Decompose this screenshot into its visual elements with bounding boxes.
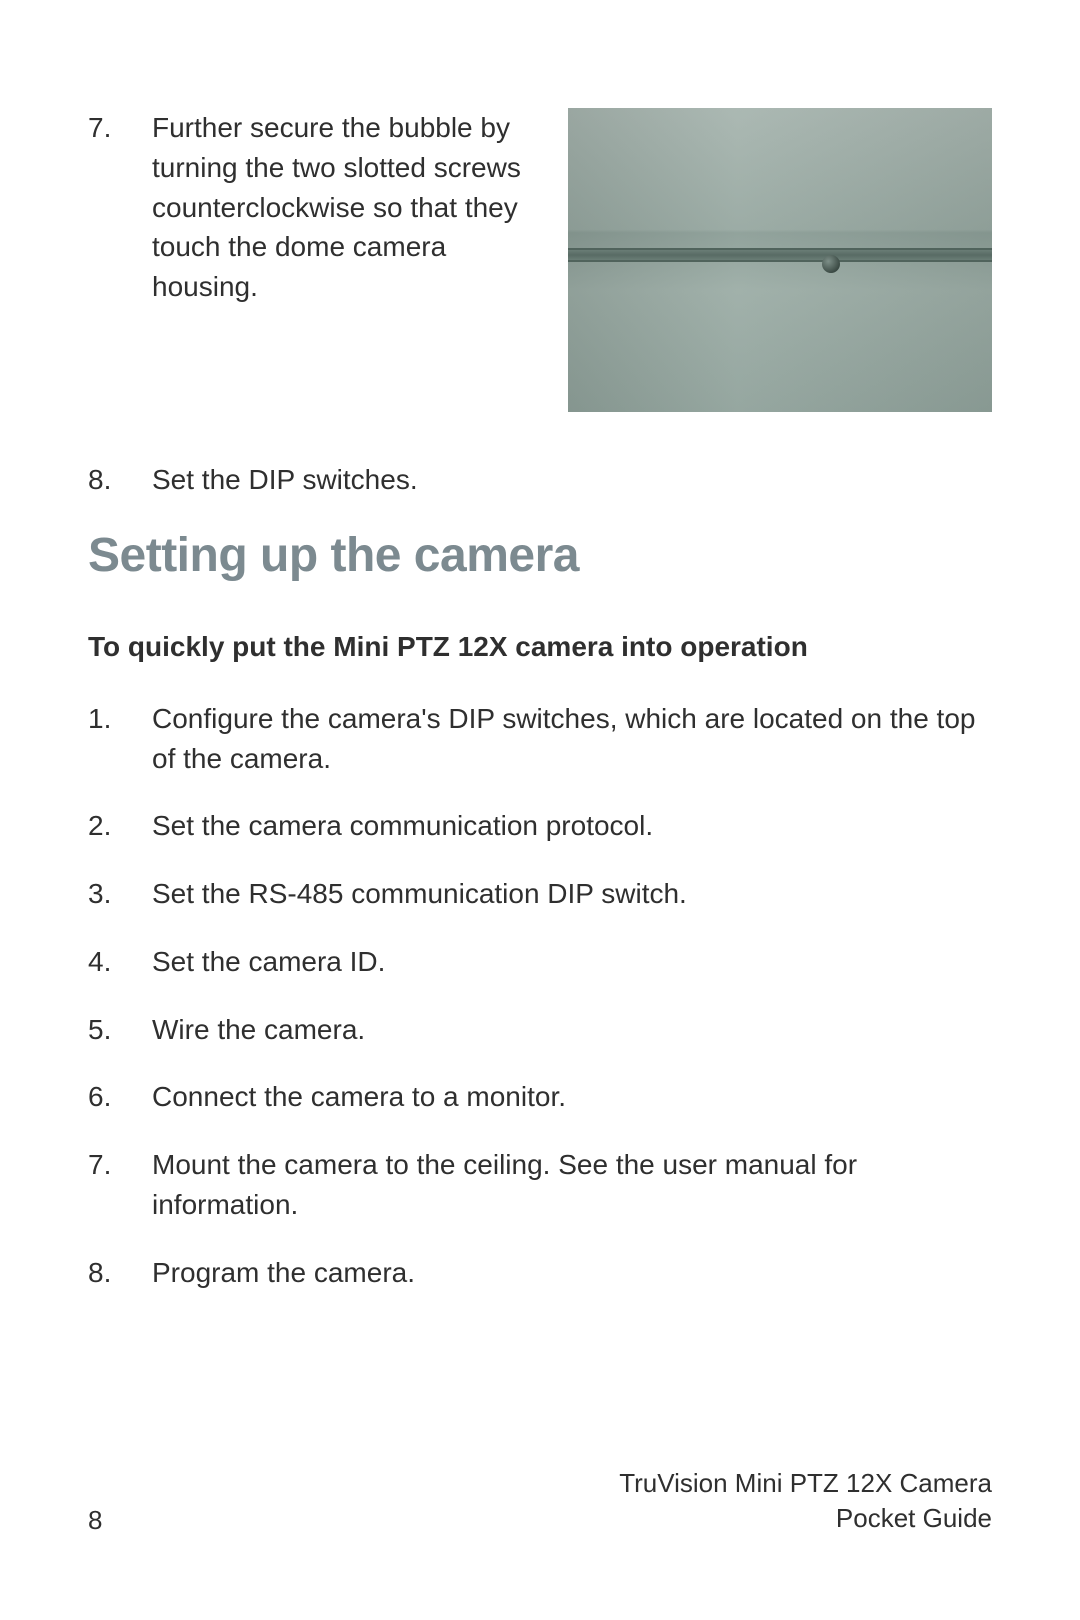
list-number: 6. <box>88 1077 140 1117</box>
list-number: 8. <box>88 460 140 500</box>
section-heading: Setting up the camera <box>88 528 992 583</box>
list-text: Set the RS-485 communication DIP switch. <box>152 874 992 914</box>
list-number: 2. <box>88 806 140 846</box>
list-text: Connect the camera to a monitor. <box>152 1077 992 1117</box>
list-item: 1. Configure the camera's DIP switches, … <box>88 699 992 779</box>
list-number: 8. <box>88 1253 140 1293</box>
list-item: 4. Set the camera ID. <box>88 942 992 982</box>
list-item: 3. Set the RS-485 communication DIP swit… <box>88 874 992 914</box>
list-text: Mount the camera to the ceiling. See the… <box>152 1145 992 1225</box>
camera-housing-illustration <box>568 108 992 412</box>
page-number: 8 <box>88 1505 102 1536</box>
list-item: 7. Further secure the bubble by turning … <box>88 108 544 307</box>
list-number: 7. <box>88 108 140 307</box>
list-number: 7. <box>88 1145 140 1225</box>
list-item: 5. Wire the camera. <box>88 1010 992 1050</box>
list-item: 8. Set the DIP switches. <box>88 460 992 500</box>
list-text: Wire the camera. <box>152 1010 992 1050</box>
list-number: 4. <box>88 942 140 982</box>
list-text: Set the camera ID. <box>152 942 992 982</box>
list-text: Configure the camera's DIP switches, whi… <box>152 699 992 779</box>
subheading: To quickly put the Mini PTZ 12X camera i… <box>88 631 992 663</box>
step-7-row: 7. Further secure the bubble by turning … <box>88 108 992 412</box>
list-item: 8. Program the camera. <box>88 1253 992 1293</box>
document-page: 7. Further secure the bubble by turning … <box>0 0 1080 1620</box>
list-item: 7. Mount the camera to the ceiling. See … <box>88 1145 992 1225</box>
list-text: Further secure the bubble by turning the… <box>152 108 544 307</box>
camera-housing-figure <box>568 108 992 412</box>
page-footer: 8 TruVision Mini PTZ 12X Camera Pocket G… <box>88 1466 992 1536</box>
list-text: Set the camera communication protocol. <box>152 806 992 846</box>
list-number: 1. <box>88 699 140 779</box>
list-item: 2. Set the camera communication protocol… <box>88 806 992 846</box>
document-title-line2: Pocket Guide <box>619 1501 992 1536</box>
list-number: 5. <box>88 1010 140 1050</box>
setup-steps-list: 1. Configure the camera's DIP switches, … <box>88 699 992 1293</box>
document-title: TruVision Mini PTZ 12X Camera Pocket Gui… <box>619 1466 992 1536</box>
list-text: Set the DIP switches. <box>152 460 992 500</box>
step-7-text-block: 7. Further secure the bubble by turning … <box>88 108 544 412</box>
document-title-line1: TruVision Mini PTZ 12X Camera <box>619 1466 992 1501</box>
list-item: 6. Connect the camera to a monitor. <box>88 1077 992 1117</box>
list-text: Program the camera. <box>152 1253 992 1293</box>
list-number: 3. <box>88 874 140 914</box>
